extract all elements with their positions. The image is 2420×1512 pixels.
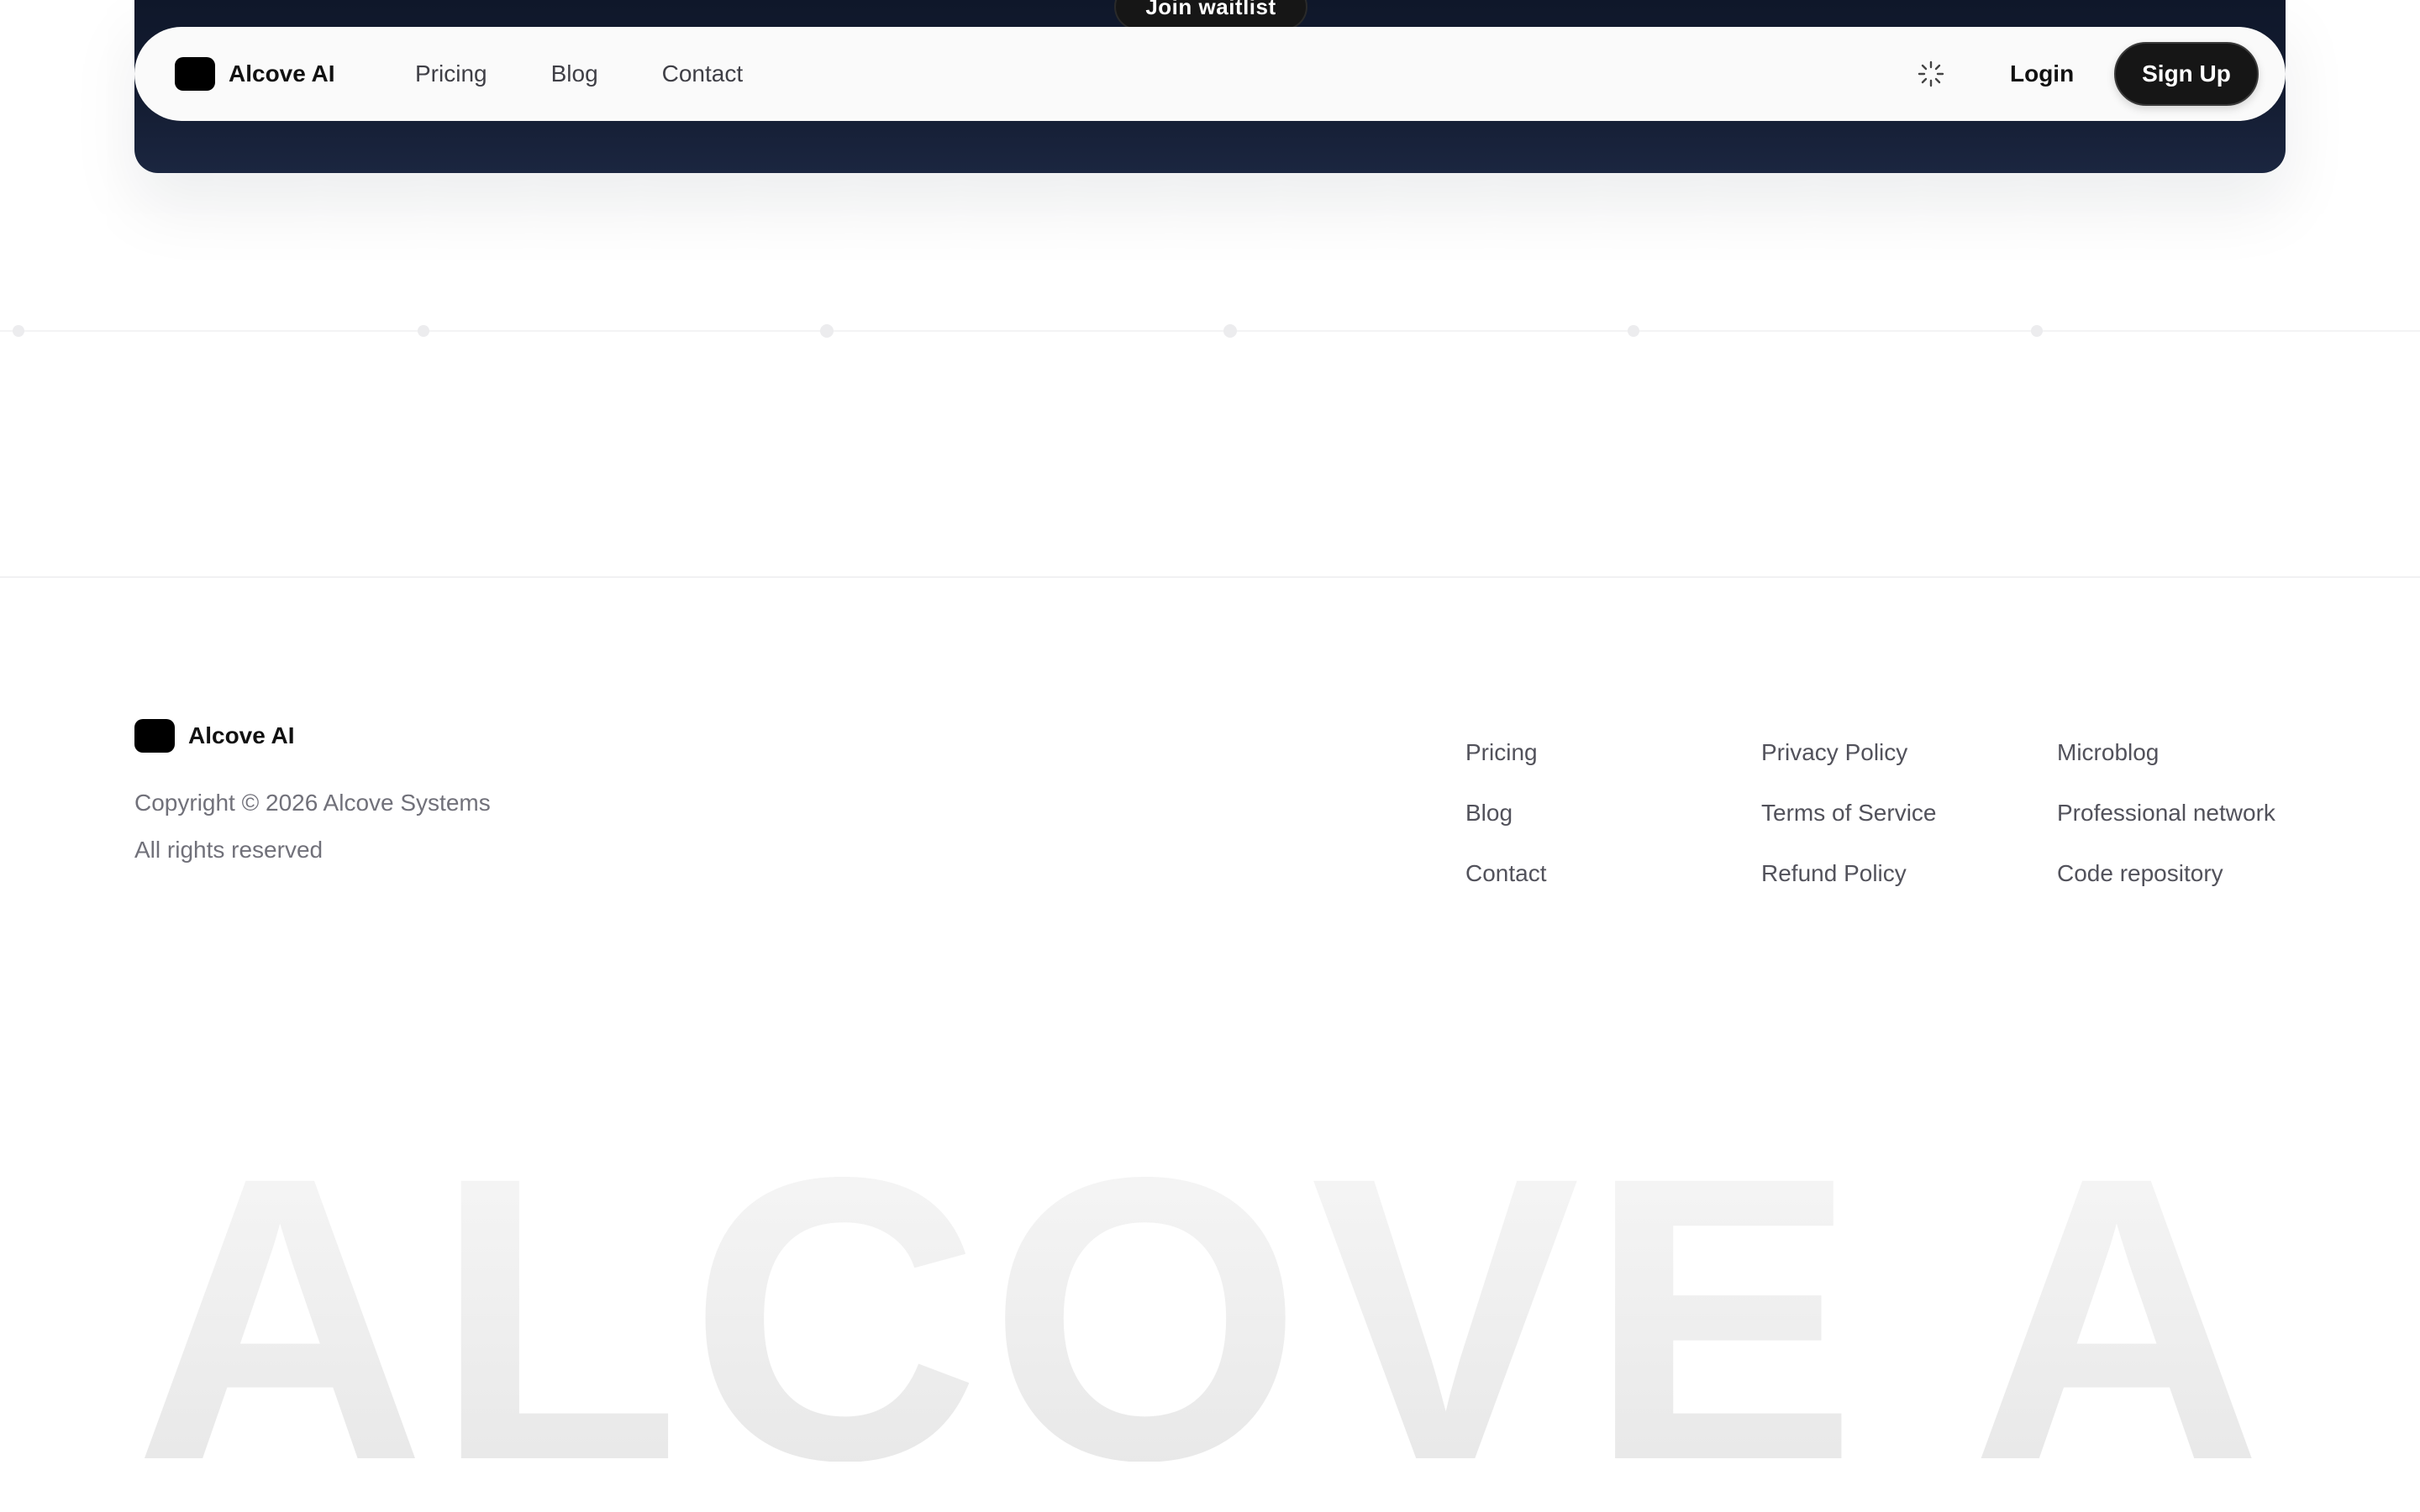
join-waitlist-button[interactable]: Join waitlist — [1114, 0, 1307, 30]
nav-logo[interactable]: Alcove AI — [175, 57, 335, 91]
footer-column-legal: Privacy Policy Terms of Service Refund P… — [1761, 741, 1937, 885]
footer-brand-name: Alcove AI — [188, 722, 295, 748]
brand-watermark: ALCOVE AI — [134, 1117, 2286, 1462]
footer-link-code-repository[interactable]: Code repository — [2057, 862, 2275, 885]
nav-link-blog[interactable]: Blog — [551, 60, 598, 87]
brand-name: Alcove AI — [229, 60, 335, 87]
footer-link-refund-policy[interactable]: Refund Policy — [1761, 862, 1937, 885]
rights-text: All rights reserved — [134, 837, 324, 863]
decorative-grid — [0, 173, 2420, 576]
footer-link-terms-of-service[interactable]: Terms of Service — [1761, 801, 1937, 825]
nav-link-contact[interactable]: Contact — [662, 60, 744, 87]
signup-button[interactable]: Sign Up — [2114, 42, 2259, 106]
login-button[interactable]: Login — [2010, 60, 2074, 87]
footer-logo[interactable]: Alcove AI — [134, 719, 295, 753]
section-divider — [0, 576, 2420, 578]
nav-links: Pricing Blog Contact — [415, 60, 743, 87]
footer-link-professional-network[interactable]: Professional network — [2057, 801, 2275, 825]
footer-column-product: Pricing Blog Contact — [1465, 741, 1547, 885]
copyright-text: Copyright © 2026 Alcove Systems — [134, 790, 491, 816]
theme-toggle-icon[interactable] — [1916, 59, 1946, 89]
footer-link-contact[interactable]: Contact — [1465, 862, 1547, 885]
footer-link-microblog[interactable]: Microblog — [2057, 741, 2275, 764]
footer-column-social: Microblog Professional network Code repo… — [2057, 741, 2275, 885]
nav-link-pricing[interactable]: Pricing — [415, 60, 487, 87]
footer-link-pricing[interactable]: Pricing — [1465, 741, 1547, 764]
footer-link-blog[interactable]: Blog — [1465, 801, 1547, 825]
watermark-text: ALCOVE AI — [134, 1117, 2286, 1462]
logo-icon — [134, 719, 175, 753]
footer-link-privacy-policy[interactable]: Privacy Policy — [1761, 741, 1937, 764]
logo-icon — [175, 57, 215, 91]
top-navbar: Alcove AI Pricing Blog Contact Login Sig… — [134, 27, 2286, 121]
